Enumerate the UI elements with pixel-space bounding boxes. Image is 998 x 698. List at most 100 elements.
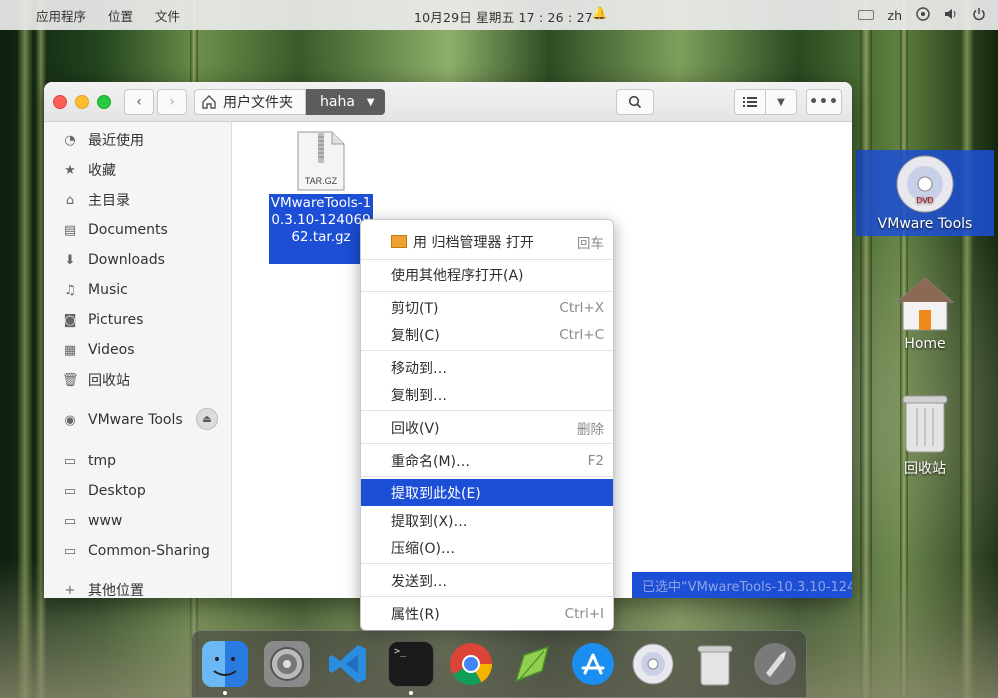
folder-icon: ▭ (63, 453, 77, 469)
sidebar-item-other-locations[interactable]: + 其他位置 (62, 579, 144, 599)
running-indicator (223, 691, 227, 695)
sidebar-item-www[interactable]: ▭ www (62, 510, 123, 532)
list-icon (743, 97, 757, 107)
menu-item-extract-to[interactable]: 提取到(X)… (361, 507, 613, 534)
text-editor-icon[interactable] (510, 641, 556, 687)
running-indicator (409, 691, 413, 695)
sidebar-item-pictures[interactable]: ◙ Pictures (62, 309, 144, 331)
menu-item-extract-here[interactable]: 提取到此处(E) (361, 479, 613, 506)
menu-item-copy[interactable]: 复制(C) Ctrl+C (361, 321, 613, 348)
close-button[interactable] (53, 95, 67, 109)
bell-icon[interactable]: 🔔 (592, 6, 607, 20)
menu-item-label: 提取到(X)… (391, 513, 468, 530)
home-icon (202, 95, 216, 109)
launchpad-icon[interactable] (752, 641, 798, 687)
menu-item-copy-to[interactable]: 复制到… (361, 381, 613, 408)
dvd-icon[interactable] (630, 641, 676, 687)
input-method[interactable]: zh (888, 8, 902, 23)
sidebar-item-label: Pictures (88, 312, 144, 328)
menu-item-trash[interactable]: 回收(V) 删除 (361, 414, 613, 441)
search-icon (628, 95, 642, 109)
chevron-left-icon: ‹ (136, 94, 142, 110)
desktop-icon-home[interactable]: Home (880, 276, 970, 356)
finder-icon[interactable] (202, 641, 248, 687)
chevron-right-icon: › (169, 94, 175, 110)
menu-separator (361, 563, 613, 564)
menu-item-properties[interactable]: 属性(R) Ctrl+I (361, 600, 613, 627)
document-icon: ▤ (63, 222, 77, 238)
trash-icon[interactable] (692, 641, 738, 687)
dock: >_ (191, 630, 807, 698)
menu-item-open-with-archive-manager[interactable]: 用 归档管理器 打开 回车 (361, 228, 613, 255)
desktop-icon-vmware-tools[interactable]: DVD VMware Tools (856, 150, 994, 236)
file-name-label[interactable]: VMwareTools-10.3.10-12406962.tar.gz (269, 194, 373, 264)
menu-item-send-to[interactable]: 发送到… (361, 567, 613, 594)
menu-item-move-to[interactable]: 移动到… (361, 354, 613, 381)
sidebar-item-vmware-tools[interactable]: ◉ VMware Tools (62, 409, 182, 431)
breadcrumb-current-label: haha (320, 94, 355, 110)
menu-item-label: 发送到… (391, 573, 447, 590)
eject-button[interactable]: ⏏ (196, 408, 218, 430)
list-view-button[interactable] (734, 89, 766, 115)
sidebar-item-recent[interactable]: ◔ 最近使用 (62, 129, 144, 151)
menu-item-rename[interactable]: 重命名(M)… F2 (361, 447, 613, 474)
clock[interactable]: 10月29日 星期五 17 : 26 : 27 (414, 7, 593, 26)
breadcrumb-current[interactable]: haha ▼ (306, 89, 385, 115)
terminal-icon[interactable]: >_ (388, 641, 434, 687)
menu-button[interactable]: ••• (806, 89, 842, 115)
trash-icon: 🗑 (62, 372, 79, 388)
app-store-icon[interactable] (570, 641, 616, 687)
menu-item-label: 属性(R) (391, 606, 440, 623)
power-icon[interactable] (972, 7, 986, 24)
dvd-icon: DVD (896, 155, 954, 213)
sidebar-item-desktop[interactable]: ▭ Desktop (62, 480, 146, 502)
sidebar-item-music[interactable]: ♫ Music (62, 279, 128, 301)
desktop-icon-trash[interactable]: 回收站 (880, 392, 970, 478)
sidebar-item-videos[interactable]: ▦ Videos (62, 339, 135, 361)
menu-item-label: 使用其他程序打开(A) (391, 267, 524, 284)
vscode-icon[interactable] (326, 641, 372, 687)
minimize-button[interactable] (75, 95, 89, 109)
keyboard-icon[interactable] (857, 10, 874, 20)
download-icon: ⬇ (64, 252, 76, 268)
menu-item-label: 用 归档管理器 打开 (413, 234, 534, 251)
disc-icon: ◉ (64, 412, 76, 428)
sidebar-item-label: www (88, 513, 123, 529)
sidebar-item-label: Music (88, 282, 128, 298)
menu-item-cut[interactable]: 剪切(T) Ctrl+X (361, 294, 613, 321)
view-options-button[interactable]: ▼ (765, 89, 797, 115)
menu-item-open-with-other[interactable]: 使用其他程序打开(A) (361, 261, 613, 288)
chrome-icon[interactable] (448, 641, 494, 687)
sidebar-item-label: Common-Sharing (88, 543, 210, 559)
sidebar-item-downloads[interactable]: ⬇ Downloads (62, 249, 165, 271)
sidebar-item-label: 主目录 (88, 193, 130, 209)
menu-applications[interactable]: 应用程序 (36, 6, 86, 25)
sidebar-item-documents[interactable]: ▤ Documents (62, 219, 168, 241)
forward-button[interactable]: › (157, 89, 187, 115)
menu-separator (361, 410, 613, 411)
menu-places[interactable]: 位置 (108, 6, 133, 25)
menu-item-compress[interactable]: 压缩(O)… (361, 534, 613, 561)
maximize-button[interactable] (97, 95, 111, 109)
sidebar-item-starred[interactable]: ★ 收藏 (62, 159, 116, 181)
back-button[interactable]: ‹ (124, 89, 154, 115)
sidebar-item-label: tmp (88, 453, 117, 469)
status-area: zh (857, 0, 998, 30)
search-button[interactable] (616, 89, 654, 115)
folder-icon: ▭ (63, 483, 77, 499)
sidebar-item-home[interactable]: ⌂ 主目录 (62, 189, 130, 211)
sidebar-item-common-sharing[interactable]: ▭ Common-Sharing (62, 540, 210, 562)
dropdown-arrow-icon: ▼ (366, 96, 375, 108)
settings-icon[interactable] (264, 641, 310, 687)
menu-file[interactable]: 文件 (155, 6, 180, 25)
folder-icon: ▭ (63, 513, 77, 529)
menu-item-label: 复制到… (391, 387, 447, 404)
breadcrumb-home[interactable]: 用户文件夹 (194, 89, 306, 115)
network-icon[interactable] (916, 6, 930, 24)
menu-separator (361, 476, 613, 477)
sidebar-item-trash[interactable]: 🗑 回收站 (62, 369, 130, 391)
volume-icon[interactable] (944, 7, 958, 24)
archive-file-icon[interactable]: TAR.GZ (296, 131, 346, 191)
menu-item-label: 复制(C) (391, 327, 440, 344)
sidebar-item-tmp[interactable]: ▭ tmp (62, 450, 116, 472)
